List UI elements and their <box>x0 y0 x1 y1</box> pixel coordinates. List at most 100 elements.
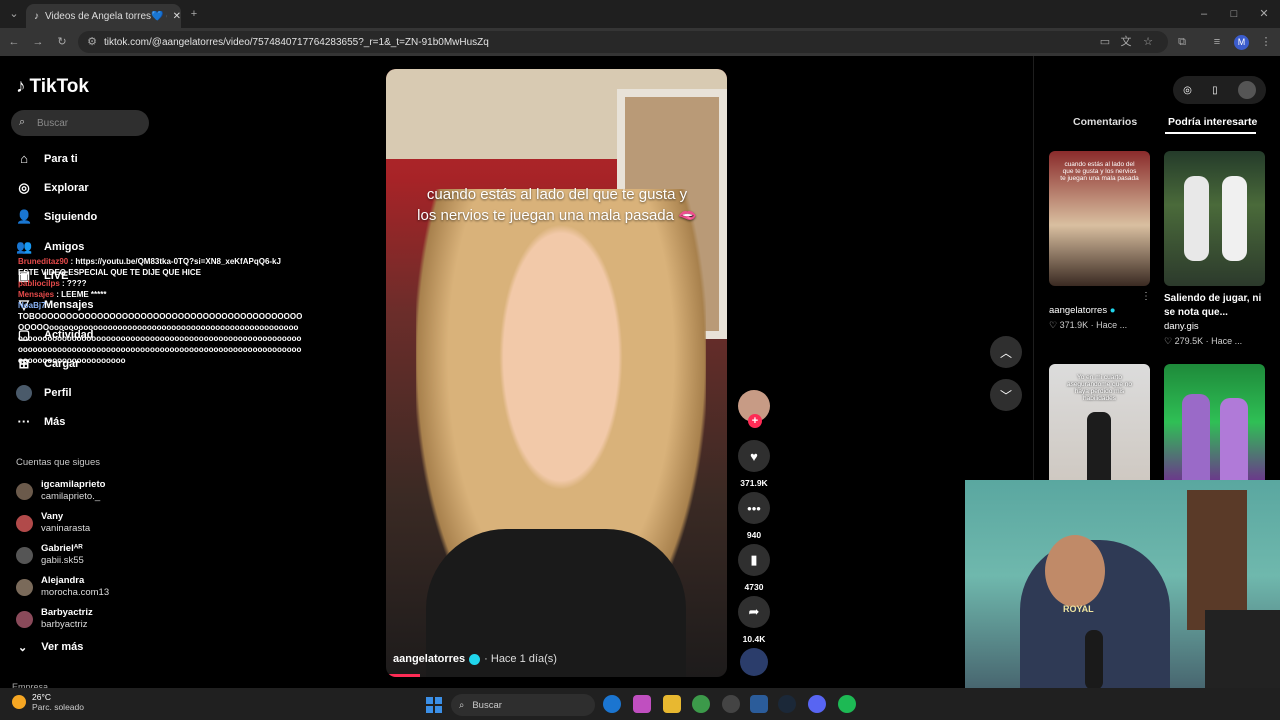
close-window-icon[interactable]: ✕ <box>1256 6 1272 22</box>
home-icon: ⌂ <box>20 151 28 166</box>
avatar <box>16 482 33 500</box>
device-icon[interactable]: ▯ <box>1212 85 1218 96</box>
taskbar-search[interactable]: ⌕ Buscar <box>451 694 595 716</box>
steam-icon[interactable] <box>778 695 796 713</box>
tab-podria-interesarte[interactable]: Podría interesarte <box>1168 116 1257 128</box>
account-name: igcamilaprieto <box>41 479 106 490</box>
search-input[interactable]: ⌕ Buscar <box>11 110 149 136</box>
browser-tab[interactable]: ♪ Videos de Angela torres💙 (@a ✕ <box>26 4 181 28</box>
sun-icon <box>12 695 26 709</box>
tab-list-icon[interactable]: ⌄ <box>6 6 22 22</box>
rec-author-name[interactable]: dany.gis <box>1164 320 1270 334</box>
thumb-person <box>1182 394 1210 480</box>
rec-author[interactable]: aangelatorres ● <box>1049 304 1127 318</box>
account-handle: morocha.com13 <box>41 587 110 598</box>
followed-account[interactable]: igcamilaprieto camilaprieto._ <box>16 479 105 503</box>
follow-plus-icon[interactable]: + <box>748 414 762 428</box>
spotify-icon[interactable] <box>838 695 856 713</box>
next-video-button[interactable]: ﹀ <box>990 379 1022 411</box>
thumb-caption: Yo en mi cuarto asegurandome que no haya… <box>1066 374 1133 402</box>
cast-icon[interactable]: ▭ <box>1097 34 1113 50</box>
recommended-meta: aangelatorres ● ♡ 371.9K · Hace ... <box>1049 304 1127 332</box>
account-handle: gabii.sk55 <box>41 555 84 566</box>
search-icon: ⌕ <box>459 699 465 711</box>
video-player[interactable] <box>386 69 727 677</box>
app-grid-icon[interactable] <box>750 695 768 713</box>
new-tab-icon[interactable]: + <box>186 6 202 22</box>
share-button[interactable]: ➦ 10.4K <box>738 596 770 644</box>
user-avatar-icon[interactable] <box>1237 81 1256 99</box>
minimize-icon[interactable]: – <box>1196 6 1212 22</box>
chevron-down-icon: ﹀ <box>999 388 1012 403</box>
save-button[interactable]: ▮ 4730 <box>738 544 770 592</box>
followed-account[interactable]: Vany vaninarasta <box>16 511 90 535</box>
nav-amigos[interactable]: 👥 Amigos <box>16 239 84 255</box>
chat-message: NoaBj7 : <box>18 300 303 311</box>
comment-button[interactable]: ••• 940 <box>738 492 770 540</box>
heart-outline-icon: ♡ <box>1049 320 1058 330</box>
bookmark-icon: ▮ <box>738 544 770 576</box>
copilot-icon[interactable] <box>633 695 651 713</box>
account-handle: barbyactriz <box>41 619 88 630</box>
weather-widget[interactable]: 26°C Parc. soleado <box>12 692 84 712</box>
previous-video-button[interactable]: ︿ <box>990 336 1022 368</box>
obs-icon[interactable] <box>722 695 740 713</box>
rec-title[interactable]: Saliendo de jugar, ni se nota que... <box>1164 292 1270 320</box>
site-info-icon[interactable]: ⚙ <box>84 34 100 50</box>
like-button[interactable]: ♥ 371.9K <box>738 440 770 488</box>
chat-message: TOBOOOOOOOOOOOOOOOOOOOOOOOOOOOOOOOOOOOOO… <box>18 311 303 366</box>
translate-icon[interactable]: 文 <box>1118 34 1134 50</box>
weather-temp: 26°C <box>32 692 51 702</box>
nav-siguiendo[interactable]: 👤 Siguiendo <box>16 209 97 225</box>
browser-menu-icon[interactable]: ⋮ <box>1258 34 1274 50</box>
edge-icon[interactable] <box>603 695 621 713</box>
nav-label: Siguiendo <box>44 211 98 223</box>
account-name: Gabrielᴬᴿ <box>41 543 83 554</box>
followed-account[interactable]: Gabrielᴬᴿ gabii.sk55 <box>16 543 84 567</box>
bookmark-star-icon[interactable]: ☆ <box>1140 34 1156 50</box>
nav-explorar[interactable]: ◎ Explorar <box>16 180 88 196</box>
media-icon[interactable]: ≡ <box>1209 34 1225 50</box>
more-options-icon[interactable]: ⋮ <box>1141 291 1151 302</box>
windows-start-icon[interactable] <box>426 697 442 713</box>
see-more-button[interactable]: ⌄ Ver más <box>18 641 83 654</box>
discord-icon[interactable] <box>808 695 826 713</box>
chat-text: : LEEME ***** <box>56 290 107 299</box>
extensions-icon[interactable]: ⧉ <box>1174 34 1190 50</box>
profile-avatar-icon[interactable]: M <box>1234 35 1249 50</box>
recommended-video-thumb[interactable]: cuando estás al lado del que te gusta y … <box>1049 151 1150 286</box>
chat-user: Bruneditaz90 <box>18 257 69 266</box>
active-tab-indicator <box>1165 132 1256 134</box>
forward-icon[interactable]: → <box>30 34 46 50</box>
back-icon[interactable]: ← <box>6 34 22 50</box>
chat-text: TOBOOOOOOOOOOOOOOOOOOOOOOOOOOOOOOOOOOOOO… <box>18 312 303 365</box>
music-disc-icon[interactable] <box>740 648 768 676</box>
tiktok-logo[interactable]: ♪ TikTok <box>16 76 89 98</box>
tab-title: Videos de Angela torres💙 (@a <box>45 10 167 22</box>
nav-mas[interactable]: ··· Más <box>16 414 66 429</box>
file-explorer-icon[interactable] <box>663 695 681 713</box>
rec-time: · Hace ... <box>1205 336 1243 346</box>
maximize-icon[interactable]: □ <box>1226 6 1242 22</box>
url-field[interactable]: ⚙ tiktok.com/@aangelatorres/video/757484… <box>78 31 1168 53</box>
followed-account[interactable]: Alejandra morocha.com13 <box>16 575 109 599</box>
nav-para-ti[interactable]: ⌂ Para ti <box>16 151 78 166</box>
recommended-video-thumb[interactable] <box>1164 364 1265 480</box>
reload-icon[interactable]: ↻ <box>54 34 70 50</box>
recommended-video-thumb[interactable] <box>1164 151 1265 286</box>
recommended-video-thumb[interactable]: Yo en mi cuarto asegurandome que no haya… <box>1049 364 1150 480</box>
logo-text: TikTok <box>29 76 89 97</box>
video-progress-bar[interactable] <box>386 674 420 677</box>
video-author[interactable]: aangelatorres · Hace 1 día(s) <box>393 653 557 665</box>
nav-perfil[interactable]: Perfil <box>16 385 72 401</box>
webcam-overlay: ROYAL <box>965 480 1280 720</box>
followed-account[interactable]: Barbyactriz barbyactriz <box>16 607 93 631</box>
rec-stats: ♡ 279.5K · Hace ... <box>1164 334 1270 348</box>
webcam-door <box>1187 490 1247 630</box>
account-handle: vaninarasta <box>41 523 91 534</box>
tab-comentarios[interactable]: Comentarios <box>1073 116 1137 128</box>
explore-icon[interactable]: ◎ <box>1183 85 1192 96</box>
thumb-person <box>1220 398 1248 480</box>
close-tab-icon[interactable]: ✕ <box>173 11 181 22</box>
chrome-icon[interactable] <box>692 695 710 713</box>
